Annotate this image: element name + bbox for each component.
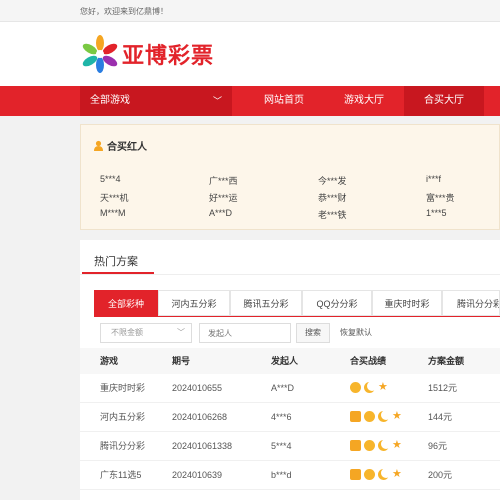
star-icon: ★ [392,468,402,480]
winner-name[interactable]: 天***机 [100,191,129,204]
reset-button[interactable]: 恢复默认 [340,323,372,343]
winner-name[interactable]: 广***西 [209,174,238,187]
logo-flower-icon [82,35,118,73]
table-row[interactable]: 重庆时时彩 2024010655 A***D 1512元 ★ [80,374,500,403]
cell-game: 河内五分彩 [100,412,146,422]
crown-icon [350,469,361,480]
record-badges: ★ [350,410,406,422]
star-icon: ★ [392,439,402,451]
winner-name[interactable]: 5***4 [100,174,121,184]
cell-game: 重庆时时彩 [100,383,146,393]
all-games-dropdown[interactable]: 全部游戏 ﹀ [80,86,232,116]
star-icon: ★ [392,410,402,422]
chevron-down-icon: ﹀ [177,328,185,337]
record-badges: ★ [350,468,406,480]
hot-plans-title: 热门方案 [94,256,138,268]
cell-initiator: 4***6 [271,412,292,422]
tabs-underline [94,316,500,317]
cell-game: 腾讯分分彩 [100,441,146,451]
table-row[interactable]: 腾讯分分彩 2024010613​38 5***4 96元 ★ [80,432,500,461]
winner-name[interactable]: 今***发 [318,174,347,187]
amount-select[interactable]: 不限金额 ﹀ [100,323,192,343]
top-bar: 您好，欢迎来到亿鼎博！ [0,0,500,22]
winners-title: 合买红人 [93,138,147,153]
chevron-down-icon: ﹀ [212,96,222,106]
search-button[interactable]: 搜索 [296,323,330,343]
sun-icon [364,411,375,422]
tab-tencent-1min[interactable]: 腾讯分分彩 [442,290,500,316]
nav-item-game-hall[interactable]: 游戏大厅 [324,86,404,116]
col-amount[interactable]: 方案金额 [428,348,464,374]
star-icon: ★ [378,381,388,393]
site-logo[interactable]: 亚博彩票 [80,34,214,74]
winner-name[interactable]: A***D [209,208,232,218]
main-nav: 全部游戏 ﹀ 网站首页 游戏大厅 合买大厅 [0,86,500,116]
crown-icon [350,411,361,422]
winner-name[interactable]: 1***5 [426,208,447,218]
cell-issue: 2024010613​38 [172,441,233,451]
col-record[interactable]: 合买战绩 [350,348,386,374]
col-initiator[interactable]: 发起人 [271,348,298,374]
tab-chongqing-ssc[interactable]: 重庆时时彩 [372,290,442,316]
cell-amount: 144元 [428,412,453,422]
filter-bar: 不限金额 ﹀ 搜索 恢复默认 [94,320,500,346]
cell-initiator: 5***4 [271,441,292,451]
cell-amount: 1512元 [428,383,458,393]
cell-issue: 2024010655 [172,383,223,393]
record-badges: ★ [350,439,406,451]
tab-hanoi-5min[interactable]: 河内五分彩 [158,290,230,316]
cell-game: 广东11选5 [100,470,142,480]
table-header: 游戏 期号 发起人 合买战绩 方案金额 [80,348,500,374]
amount-select-value: 不限金额 [111,328,143,337]
crown-icon [350,440,361,451]
cell-issue: 2024010639 [172,470,223,480]
moon-icon [378,439,391,451]
moon-icon [378,410,391,422]
divider [80,274,500,275]
winner-name[interactable]: i***f [426,174,441,184]
winner-name[interactable]: 好***运 [209,191,238,204]
all-games-label: 全部游戏 [90,95,130,106]
tab-tencent-5min[interactable]: 腾讯五分彩 [230,290,302,316]
tab-all-lotteries[interactable]: 全部彩种 [94,290,158,316]
record-badges: ★ [350,381,392,393]
moon-icon [378,468,391,480]
winner-name[interactable]: 恭***财 [318,191,347,204]
header: 亚博彩票 [0,22,500,86]
top-winners-panel: 合买红人 5***4 广***西 今***发 i***f 天***机 好***运… [80,124,500,230]
winner-name[interactable]: 老***铁 [318,208,347,221]
nav-item-group-buy-hall[interactable]: 合买大厅 [404,86,484,116]
col-game[interactable]: 游戏 [100,348,118,374]
cell-amount: 200元 [428,470,453,480]
winners-title-text: 合买红人 [107,142,147,153]
hot-plans-panel: 热门方案 全部彩种 河内五分彩 腾讯五分彩 QQ分分彩 重庆时时彩 腾讯分分彩 … [80,240,500,500]
col-issue[interactable]: 期号 [172,348,190,374]
logo-text: 亚博彩票 [122,44,215,69]
cell-initiator: A***D [271,383,295,393]
sun-icon [350,382,361,393]
user-icon [93,140,104,151]
table-row[interactable]: 广东11选5 2024010639 b***d 200元 ★ [80,461,500,490]
cell-initiator: b***d [271,470,292,480]
cell-issue: 2024010626​8 [172,412,228,422]
tab-qq-1min[interactable]: QQ分分彩 [302,290,372,316]
nav-item-home[interactable]: 网站首页 [244,86,324,116]
sun-icon [364,469,375,480]
greeting-text: 您好，欢迎来到亿鼎博！ [80,7,168,16]
sun-icon [364,440,375,451]
table-row[interactable]: 河内五分彩 2024010626​8 4***6 144元 ★ [80,403,500,432]
moon-icon [364,381,377,393]
winner-name[interactable]: 富***贵 [426,191,455,204]
initiator-input[interactable] [199,323,291,343]
cell-amount: 96元 [428,441,448,451]
winner-name[interactable]: M***M [100,208,126,218]
